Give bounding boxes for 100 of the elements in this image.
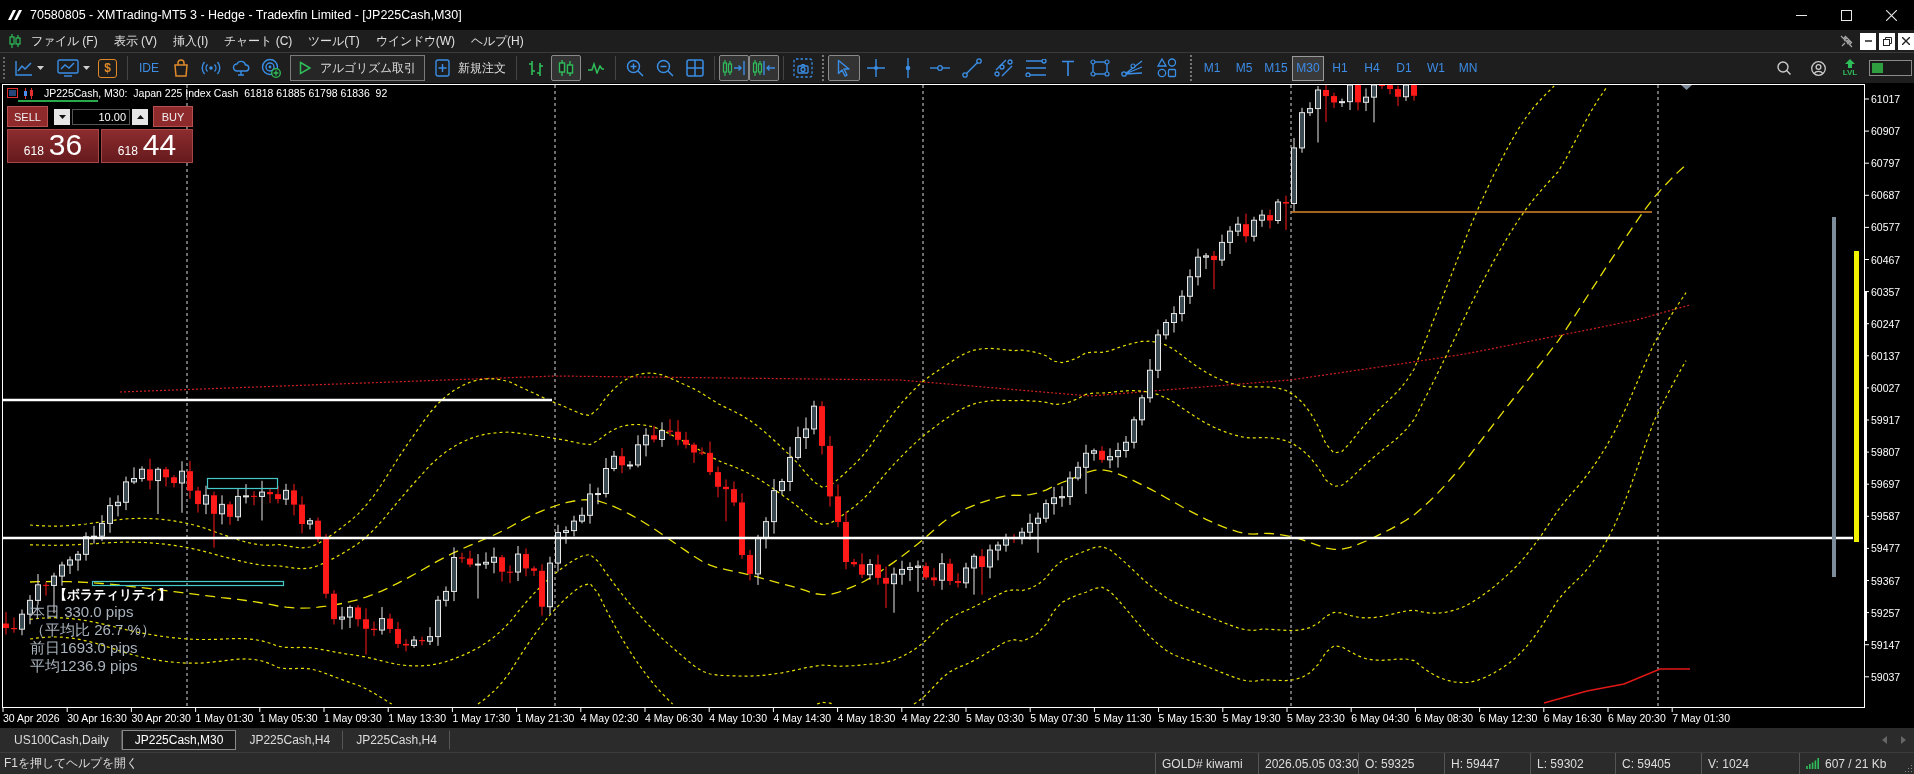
candlestick-icon bbox=[557, 59, 575, 77]
chart-header: JP225Cash, M30: Japan 225 Index Cash 61818 61885 61798 61836 92 bbox=[44, 87, 388, 99]
bar-chart-icon bbox=[527, 59, 545, 77]
price-label: 59917 bbox=[1871, 414, 1901, 426]
sell-price-button[interactable]: 618 36 bbox=[7, 129, 99, 163]
chart-tab[interactable]: US100Cash,Daily bbox=[1, 730, 122, 750]
buy-price-button[interactable]: 618 44 bbox=[101, 129, 193, 163]
horizontal-line-icon bbox=[930, 65, 950, 71]
user-icon bbox=[1810, 60, 1826, 76]
window-title: 70580805 - XMTrading-MT5 3 - Hedge - Tradexfin Limited - [JP225Cash,M30] bbox=[30, 8, 463, 22]
time-label: 30 Apr 16:30 bbox=[67, 712, 127, 724]
price-label: 59257 bbox=[1871, 606, 1901, 619]
timeframe-button[interactable]: M15 bbox=[1260, 55, 1292, 81]
time-label: 30 Apr 20:30 bbox=[131, 712, 191, 724]
price-label: 60687 bbox=[1871, 189, 1901, 202]
status-field: L: 59302 bbox=[1530, 753, 1615, 774]
price-label: 59807 bbox=[1871, 446, 1901, 459]
time-label: 1 May 13:30 bbox=[388, 712, 446, 724]
timeframe-button[interactable]: H1 bbox=[1324, 55, 1356, 81]
timeframe-button[interactable]: M1 bbox=[1196, 55, 1228, 81]
shapes-icon bbox=[1157, 58, 1177, 78]
menu-item[interactable]: ヘルプ(H) bbox=[463, 31, 532, 51]
time-label: 4 May 18:30 bbox=[837, 712, 896, 724]
price-label: 59697 bbox=[1871, 478, 1901, 491]
chart-tab[interactable]: JP225Cash,H4 bbox=[236, 730, 344, 750]
price-label: 59477 bbox=[1871, 542, 1901, 555]
timeframe-button[interactable]: MN bbox=[1452, 55, 1484, 81]
time-label: 6 May 08:30 bbox=[1415, 712, 1474, 724]
restore-button[interactable] bbox=[1879, 32, 1895, 50]
vertical-line-icon bbox=[905, 58, 911, 78]
sell-button[interactable]: SELL bbox=[7, 106, 48, 127]
chart-tab[interactable]: JP225Cash,H4 bbox=[343, 730, 450, 750]
volatility-line: 平均1236.9 pips bbox=[30, 657, 138, 675]
trend-line-icon bbox=[962, 58, 982, 78]
time-label: 7 May 01:30 bbox=[1672, 712, 1730, 724]
status-field: C: 59405 bbox=[1615, 753, 1701, 774]
time-label: 4 May 22:30 bbox=[901, 712, 960, 724]
price-label: 60797 bbox=[1871, 157, 1901, 170]
document-plus-icon bbox=[435, 59, 451, 77]
timeframe-button[interactable]: M5 bbox=[1228, 55, 1260, 81]
chart-shift-button[interactable] bbox=[749, 55, 779, 81]
candlestick-chart-button[interactable] bbox=[551, 55, 581, 81]
ide-button[interactable]: IDE bbox=[132, 55, 166, 81]
time-label: 5 May 15:30 bbox=[1158, 712, 1217, 724]
time-label: 6 May 20:30 bbox=[1608, 712, 1666, 724]
menu-item[interactable]: 表示 (V) bbox=[105, 31, 165, 51]
timeframe-button[interactable]: H4 bbox=[1356, 55, 1388, 81]
caret-down-icon bbox=[36, 66, 44, 70]
channel-icon bbox=[994, 58, 1014, 78]
up-arrow-icon bbox=[1845, 59, 1855, 68]
menu-item[interactable]: ウインドウ(W) bbox=[367, 31, 463, 51]
market-watch-button[interactable]: $ bbox=[98, 58, 117, 78]
camera-icon bbox=[793, 58, 813, 78]
grid-icon bbox=[686, 59, 704, 77]
price-label: 59587 bbox=[1871, 510, 1901, 523]
auto-scroll-button[interactable] bbox=[719, 55, 749, 81]
right-arrow-icon[interactable] bbox=[1901, 736, 1906, 744]
time-label: 6 May 04:30 bbox=[1351, 712, 1409, 724]
time-label: 1 May 05:30 bbox=[259, 712, 318, 724]
time-label: 6 May 12:30 bbox=[1479, 712, 1538, 724]
chart-tab[interactable]: JP225Cash,M30 bbox=[121, 730, 237, 750]
timeframe-button[interactable]: W1 bbox=[1420, 55, 1452, 81]
menu-item[interactable]: ファイル (F) bbox=[23, 31, 106, 51]
help-text: F1を押してヘルプを開く bbox=[3, 755, 139, 772]
minimize-button[interactable] bbox=[1860, 32, 1876, 50]
price-label: 60247 bbox=[1871, 317, 1901, 330]
unpin-icon[interactable] bbox=[1840, 34, 1853, 48]
status-field: GOLD# kiwami bbox=[1155, 753, 1258, 774]
time-label: 5 May 07:30 bbox=[1030, 712, 1088, 724]
close-button[interactable] bbox=[1898, 32, 1914, 50]
auto-scroll-icon bbox=[722, 59, 746, 77]
time-label: 30 Apr 2026 bbox=[3, 712, 60, 724]
chart-shift-icon bbox=[752, 59, 776, 77]
cursor-button[interactable] bbox=[828, 55, 860, 81]
menu-item[interactable]: チャート (C) bbox=[216, 31, 301, 51]
price-label: 60027 bbox=[1871, 381, 1901, 394]
price-label: 60907 bbox=[1871, 125, 1901, 138]
menu-item[interactable]: ツール(T) bbox=[300, 31, 368, 51]
time-label: 4 May 06:30 bbox=[645, 712, 703, 724]
fibonacci-icon bbox=[1025, 59, 1047, 77]
globe-plus-icon bbox=[261, 58, 281, 78]
status-field: V: 1024 bbox=[1701, 753, 1799, 774]
new-order-button[interactable]: 新規注文 bbox=[429, 55, 512, 81]
menu-item[interactable]: 挿入(I) bbox=[165, 31, 217, 51]
time-label: 1 May 09:30 bbox=[324, 712, 382, 724]
timeframe-button[interactable]: D1 bbox=[1388, 55, 1420, 81]
traffic-text: 607 / 21 Kb bbox=[1825, 756, 1887, 771]
play-icon bbox=[299, 61, 311, 75]
price-label: 59037 bbox=[1871, 670, 1901, 683]
time-label: 5 May 03:30 bbox=[966, 712, 1024, 724]
left-arrow-icon[interactable] bbox=[1882, 736, 1887, 744]
price-label: 60357 bbox=[1871, 285, 1901, 298]
algo-trading-button[interactable]: アルゴリズム取引 bbox=[290, 55, 425, 81]
close-icon bbox=[1886, 9, 1897, 21]
volatility-line: 前日1693.0 pips bbox=[30, 639, 138, 657]
cloud-icon bbox=[232, 60, 250, 76]
list-icon bbox=[7, 88, 18, 98]
minimize-icon bbox=[1796, 14, 1807, 16]
buy-button[interactable]: BUY bbox=[153, 106, 193, 127]
level-button[interactable]: LVL bbox=[1835, 54, 1865, 82]
